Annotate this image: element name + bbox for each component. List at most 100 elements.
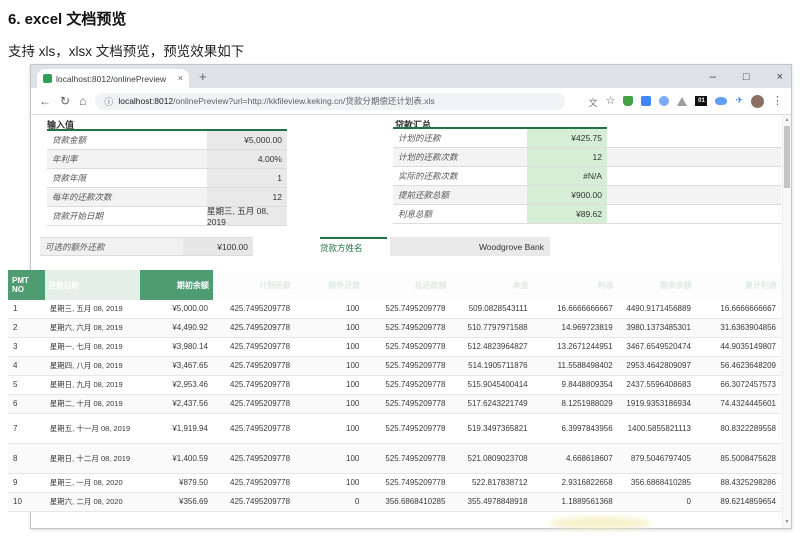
- table-row: 年利率 4.00%: [47, 150, 287, 169]
- bookmark-star-icon[interactable]: ☆: [606, 96, 616, 107]
- schedule-row: 8 星期日, 十二月 08, 2019 ¥1,400.59 425.749520977…: [8, 444, 781, 474]
- cell: 100: [346, 453, 360, 463]
- cell: 星期一, 七月 08, 2019: [49, 342, 123, 352]
- cell: 525.7495209778: [385, 423, 446, 433]
- cell: 星期六, 六月 08, 2019: [49, 323, 123, 333]
- circle-extension-icon[interactable]: [659, 96, 670, 106]
- cell: 2: [13, 323, 18, 333]
- home-icon[interactable]: ⌂: [79, 95, 86, 107]
- row-label: 计划的还款次数: [393, 148, 527, 166]
- cell: 356.6868410285: [630, 478, 691, 488]
- cell: 74.4324445601: [720, 399, 776, 409]
- row-label: 计划的还款: [398, 133, 441, 143]
- bird-extension-icon[interactable]: ✈: [735, 96, 743, 106]
- cell: 3: [13, 342, 18, 352]
- row-value: 星期三, 五月 08, 2019: [207, 206, 287, 227]
- profile-avatar[interactable]: [751, 94, 764, 108]
- amortization-table: PMT NO 还款日期 期初余额 计划还款 额外还款 总还款额 本金 利息 期末余额 累计利息 1…: [8, 270, 781, 512]
- cell: 星期二, 十月 08, 2019: [49, 399, 123, 409]
- row-filler: [607, 148, 781, 166]
- cell: 星期三, 一月 08, 2020: [49, 478, 123, 488]
- row-label: 实际的还款次数: [398, 171, 458, 181]
- window-maximize-button[interactable]: □: [743, 71, 750, 83]
- cell: 80.8322289558: [720, 423, 776, 433]
- cell: 425.7495209778: [230, 497, 291, 507]
- schedule-row: 5 星期日, 九月 08, 2019 ¥2,953.46 425.7495209778…: [8, 376, 781, 395]
- cell: 31.6363904856: [720, 323, 776, 333]
- cell: 525.7495209778: [385, 399, 446, 409]
- cell: 0: [354, 497, 360, 507]
- tab-close-icon[interactable]: ×: [178, 74, 183, 83]
- window-minimize-button[interactable]: –: [710, 71, 716, 83]
- column-header: 总还款额: [364, 270, 451, 300]
- cell: 519.3497365821: [467, 423, 528, 433]
- cell: ¥5,000.00: [172, 304, 208, 314]
- cell: 85.5008475628: [720, 453, 776, 463]
- vertical-scrollbar[interactable]: ▲ ▼: [782, 115, 791, 527]
- browser-tab[interactable]: localhost:8012/onlinePreview ×: [37, 69, 189, 88]
- watermark-smudge: [548, 517, 652, 529]
- badge-extension-icon[interactable]: 01: [695, 96, 708, 106]
- scrollbar-down-icon[interactable]: ▼: [783, 517, 791, 527]
- cell: ¥4,490.92: [172, 323, 208, 333]
- cell: 4.668618607: [565, 453, 613, 463]
- window-close-button[interactable]: ×: [777, 71, 783, 83]
- browser-menu-icon[interactable]: ⋮: [772, 95, 783, 107]
- scrollbar-thumb[interactable]: [784, 126, 790, 188]
- address-bar[interactable]: ⓘ localhost:8012/onlinePreview?url=http:…: [95, 92, 566, 110]
- row-filler: [607, 186, 781, 204]
- cell: 5: [13, 380, 18, 390]
- cell: 100: [346, 380, 360, 390]
- refresh-icon[interactable]: ↻: [60, 95, 70, 107]
- cell: 6: [13, 399, 18, 409]
- column-header: 还款日期: [44, 270, 140, 300]
- row-label: 提前还款总额: [393, 186, 527, 204]
- cell: 100: [346, 323, 360, 333]
- page-info-icon[interactable]: ⓘ: [104, 95, 113, 108]
- row-value: ¥5,000.00: [207, 131, 287, 149]
- schedule-row: 1 星期三, 五月 08, 2019 ¥5,000.00 425.7495209778…: [8, 300, 781, 319]
- cloud-extension-icon[interactable]: [715, 97, 728, 105]
- cell: 425.7495209778: [230, 478, 291, 488]
- cell: 星期日, 九月 08, 2019: [49, 380, 123, 390]
- cell: 8: [13, 453, 18, 463]
- table-row: 利息总额 ¥89.62: [393, 205, 781, 224]
- extra-payment-row: 可选的额外还款 ¥100.00: [40, 237, 253, 256]
- blue-extension-icon[interactable]: [641, 96, 652, 106]
- gray-extension-icon[interactable]: [677, 96, 688, 106]
- cell: 100: [346, 399, 360, 409]
- cell: 425.7495209778: [230, 453, 291, 463]
- cell: 0: [686, 497, 691, 507]
- row-value: 12: [527, 148, 607, 166]
- cell: 100: [346, 304, 360, 314]
- summary-table-body: 计划的还款 ¥425.75 计划的还款次数 12 实际的还款次数 #N/A 提前还款总额 ¥9…: [393, 129, 781, 224]
- back-icon[interactable]: ←: [39, 95, 51, 107]
- cell: 100: [346, 342, 360, 352]
- cell: ¥3,467.65: [172, 361, 208, 371]
- new-tab-button[interactable]: +: [199, 69, 207, 84]
- row-value: 12: [207, 188, 287, 206]
- table-row: 贷款开始日期 星期三, 五月 08, 2019: [47, 206, 287, 227]
- row-label: 每年的还款次数: [47, 188, 207, 206]
- row-value: 1: [207, 169, 287, 187]
- cell: 66.3072457573: [720, 380, 776, 390]
- cell: ¥2,437.56: [172, 399, 208, 409]
- translate-icon[interactable]: 文: [589, 96, 598, 108]
- favicon-icon: [43, 74, 52, 83]
- cell: 514.1905711876: [468, 361, 528, 371]
- scrollbar-up-icon[interactable]: ▲: [783, 115, 791, 125]
- cell: 425.7495209778: [230, 380, 291, 390]
- column-header: 期初余额: [139, 270, 213, 300]
- cell: ¥1,919.94: [172, 423, 208, 433]
- table-row: 贷款金额 ¥5,000.00: [47, 131, 287, 150]
- cell: 1.1889561368: [561, 497, 613, 507]
- cell: 星期日, 十二月 08, 2019: [49, 453, 131, 463]
- schedule-row: 2 星期六, 六月 08, 2019 ¥4,490.92 425.7495209778…: [8, 319, 781, 338]
- row-value: #N/A: [527, 167, 607, 185]
- shield-extension-icon[interactable]: [623, 96, 634, 106]
- cell: 14.969723819: [561, 323, 613, 333]
- cell: 509.0828543111: [468, 304, 528, 314]
- cell: ¥2,953.46: [172, 380, 208, 390]
- cell: 517.6243221749: [467, 399, 528, 409]
- cell: 4: [13, 361, 18, 371]
